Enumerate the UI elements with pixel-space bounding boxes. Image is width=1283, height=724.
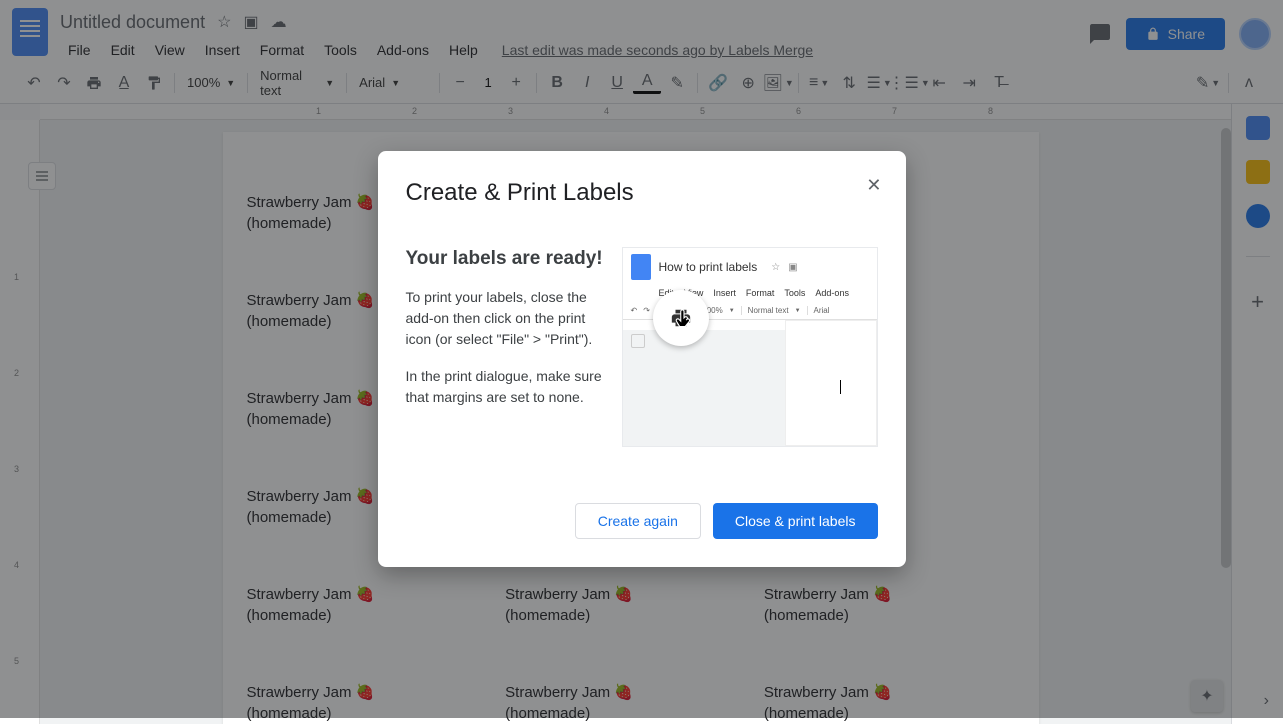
modal-paragraph-2: In the print dialogue, make sure that ma… bbox=[406, 366, 604, 408]
pointer-hand-icon bbox=[671, 306, 697, 332]
mini-outline-icon bbox=[631, 334, 645, 348]
modal-title: Create & Print Labels bbox=[406, 179, 878, 207]
close-print-button[interactable]: Close & print labels bbox=[713, 503, 878, 539]
print-instruction-image: How to print labels ☆ ▣ Edit View Insert… bbox=[622, 247, 878, 447]
mini-text-cursor bbox=[840, 380, 841, 394]
modal-overlay: Create & Print Labels ✕ Your labels are … bbox=[0, 0, 1283, 718]
mini-docs-icon bbox=[631, 254, 651, 280]
modal-paragraph-1: To print your labels, close the add-on t… bbox=[406, 287, 604, 350]
create-again-button[interactable]: Create again bbox=[575, 503, 701, 539]
modal-heading: Your labels are ready! bbox=[406, 247, 604, 271]
mini-page bbox=[785, 320, 877, 446]
labels-modal: Create & Print Labels ✕ Your labels are … bbox=[378, 151, 906, 567]
close-icon[interactable]: ✕ bbox=[866, 175, 881, 196]
